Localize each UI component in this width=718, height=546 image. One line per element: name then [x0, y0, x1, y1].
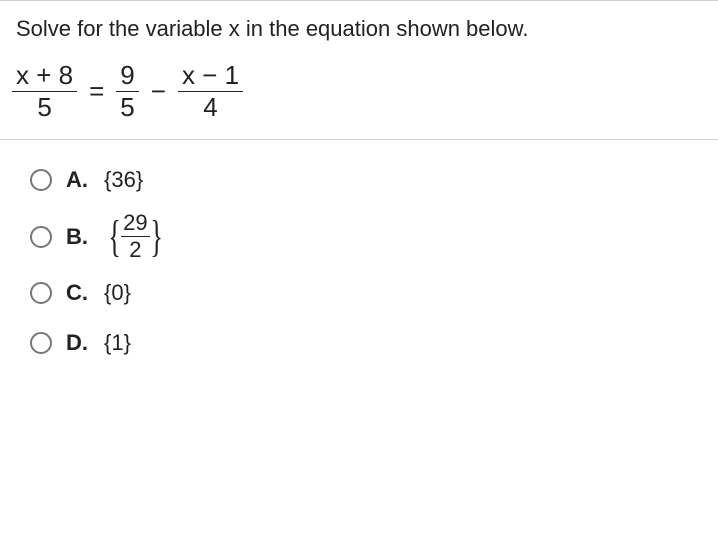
fraction-r1: 9 5	[116, 62, 138, 122]
frac-den: 2	[127, 239, 143, 261]
choice-letter: D.	[66, 330, 90, 356]
fraction-r2: x − 1 4	[178, 62, 243, 122]
choice-text: { 29 2 }	[104, 212, 167, 261]
right-brace-icon: }	[150, 219, 163, 254]
set-fraction: { 29 2 }	[104, 212, 167, 261]
r1-denominator: 5	[116, 94, 138, 121]
radio-a[interactable]	[30, 169, 52, 191]
choice-letter: A.	[66, 167, 90, 193]
r1-numerator: 9	[116, 62, 138, 89]
choice-text: {1}	[104, 330, 131, 356]
left-brace-icon: {	[108, 219, 121, 254]
choices-list: A. {36} B. { 29 2 } C. {0} D. {1}	[0, 140, 718, 361]
choice-c[interactable]: C. {0}	[30, 275, 702, 311]
equation: x + 8 5 = 9 5 − x − 1 4	[12, 62, 702, 122]
r2-numerator: x − 1	[178, 62, 243, 89]
choice-b[interactable]: B. { 29 2 }	[30, 212, 702, 261]
choice-letter: C.	[66, 280, 90, 306]
r2-denominator: 4	[199, 94, 221, 121]
choice-text: {36}	[104, 167, 143, 193]
lhs-numerator: x + 8	[12, 62, 77, 89]
choice-letter: B.	[66, 224, 90, 250]
radio-d[interactable]	[30, 332, 52, 354]
equals-sign: =	[87, 76, 106, 107]
radio-b[interactable]	[30, 226, 52, 248]
minus-sign: −	[149, 76, 168, 107]
choice-a[interactable]: A. {36}	[30, 162, 702, 198]
choice-text: {0}	[104, 280, 131, 306]
frac-num: 29	[121, 212, 149, 234]
choice-d[interactable]: D. {1}	[30, 325, 702, 361]
fraction-lhs: x + 8 5	[12, 62, 77, 122]
question-area: Solve for the variable x in the equation…	[0, 1, 718, 139]
radio-c[interactable]	[30, 282, 52, 304]
fraction-answer: 29 2	[121, 212, 149, 261]
question-prompt: Solve for the variable x in the equation…	[16, 15, 702, 44]
lhs-denominator: 5	[33, 94, 55, 121]
